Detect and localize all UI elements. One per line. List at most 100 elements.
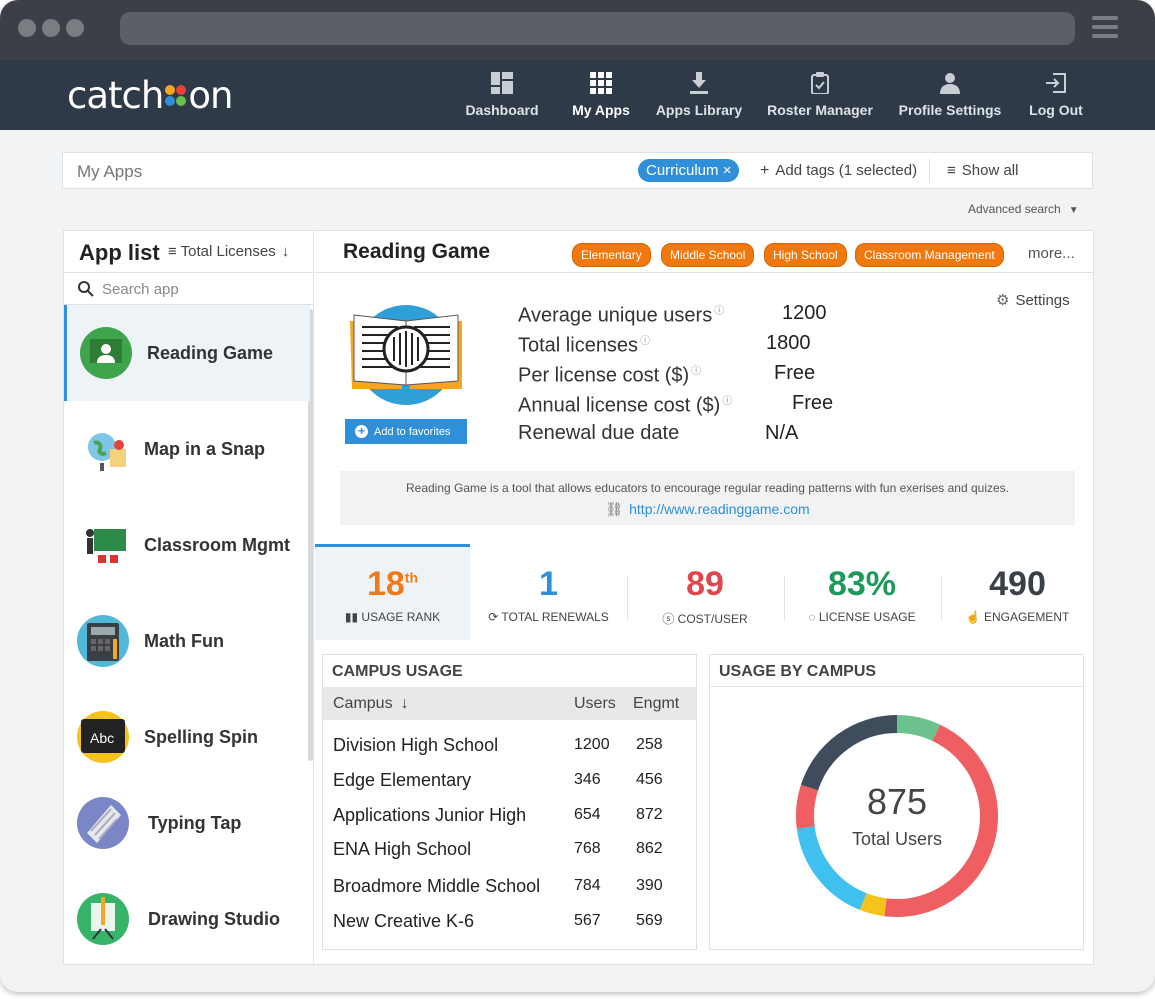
settings-label: Settings	[1015, 292, 1070, 309]
table-row[interactable]: Broadmore Middle School 784 390	[333, 876, 663, 897]
gear-icon: ⚙	[996, 292, 1010, 309]
arrow-down-icon: ↓	[400, 695, 409, 712]
table-row[interactable]: ENA High School 768 862	[333, 839, 663, 860]
advanced-search-toggle[interactable]: Advanced search ▼	[968, 202, 1079, 216]
table-row[interactable]: Division High School 1200 258	[333, 735, 663, 756]
info-icon[interactable]: ⓘ	[691, 366, 701, 377]
app-item-classroom-mgmt[interactable]: Classroom Mgmt	[64, 497, 310, 593]
column-engmt[interactable]: Engmt	[633, 695, 679, 713]
dashboard-icon	[464, 70, 540, 96]
app-list-title: App list	[79, 240, 160, 265]
app-search[interactable]: Search app	[64, 273, 314, 305]
cell-campus: Applications Junior High	[333, 805, 527, 825]
settings-button[interactable]: ⚙ Settings	[996, 291, 1070, 309]
app-name: Drawing Studio	[148, 908, 280, 929]
app-list: Reading Game Map in a Snap Classroom Mgm…	[64, 305, 314, 965]
cell-campus: Broadmore Middle School	[333, 876, 541, 896]
app-link[interactable]: ⛓ http://www.readinggame.com	[340, 501, 1075, 518]
donut-header: USAGE BY CAMPUS	[710, 655, 1083, 687]
close-icon[interactable]: ×	[723, 162, 732, 179]
app-item-reading-game[interactable]: Reading Game	[64, 305, 310, 401]
info-icon[interactable]: ⓘ	[714, 306, 724, 317]
tag-high-school[interactable]: High School	[764, 243, 847, 267]
nav-my-apps[interactable]: My Apps	[569, 70, 633, 122]
stat-value: 89	[686, 565, 724, 603]
link-icon: ⛓	[605, 501, 624, 517]
app-item-drawing-studio[interactable]: Drawing Studio	[64, 871, 310, 967]
stat-value: 1	[539, 565, 558, 603]
app-name: Classroom Mgmt	[144, 534, 291, 555]
nav-apps-library-label: Apps Library	[655, 102, 743, 118]
sort-button[interactable]: ≡ Total Licenses ↓	[168, 243, 289, 260]
download-icon	[654, 70, 744, 96]
add-to-favorites-button[interactable]: + Add to favorites	[345, 419, 467, 444]
metric-value: Free	[792, 392, 834, 414]
cell-engmt: 872	[636, 806, 663, 823]
info-icon[interactable]: ⓘ	[640, 336, 650, 347]
column-users[interactable]: Users	[574, 695, 616, 713]
donut-segment[interactable]	[800, 715, 898, 791]
column-campus-label: Campus	[333, 695, 393, 712]
table-row[interactable]: Applications Junior High 654 872	[333, 805, 663, 826]
book-icon	[350, 305, 462, 405]
app-window: catch on Dashboard My Apps Apps Library R…	[0, 0, 1155, 992]
metric-label: Annual license cost ($) ⓘ	[518, 392, 732, 418]
stat-cost-per-user[interactable]: 89 ⓢ COST/USER	[627, 544, 783, 640]
nav-dashboard-label: Dashboard	[465, 102, 539, 118]
app-item-math-fun[interactable]: Math Fun	[64, 593, 310, 689]
donut-segment[interactable]	[859, 893, 887, 917]
nav-apps-library[interactable]: Apps Library	[654, 70, 744, 122]
stat-value: 18	[366, 565, 405, 603]
table-row[interactable]: New Creative K-6 567 569	[333, 911, 663, 932]
more-tags-link[interactable]: more...	[1028, 245, 1075, 262]
app-item-typing-tap[interactable]: Typing Tap	[64, 775, 310, 871]
metric-value: 1200	[782, 302, 827, 324]
add-to-favorites-label: Add to favorites	[374, 425, 451, 438]
usage-by-campus-card: USAGE BY CAMPUS 875 Total Users	[709, 654, 1084, 950]
metric-label: Per license cost ($) ⓘ	[518, 362, 701, 388]
address-bar[interactable]	[120, 12, 1075, 45]
stat-usage-rank[interactable]: 18th ▮▮ USAGE RANK	[315, 544, 470, 640]
curriculum-chip[interactable]: Curriculum ×	[638, 159, 740, 182]
menu-icon[interactable]	[1092, 16, 1118, 43]
advanced-search-label: Advanced search	[968, 202, 1061, 216]
cell-users: 784	[574, 877, 601, 894]
teacher-icon	[80, 519, 132, 571]
divider	[929, 159, 930, 183]
show-all-button[interactable]: ≡ Show all	[947, 162, 1018, 179]
stat-engagement[interactable]: 490 ☝ ENGAGEMENT	[941, 544, 1094, 640]
nav-dashboard[interactable]: Dashboard	[464, 70, 540, 122]
nav-roster-manager[interactable]: Roster Manager	[765, 70, 875, 122]
column-campus[interactable]: Campus ↓	[333, 695, 409, 713]
app-item-spelling-spin[interactable]: Abc Spelling Spin	[64, 689, 310, 785]
search-placeholder: Search app	[102, 281, 179, 298]
app-name: Typing Tap	[148, 812, 242, 833]
svg-text:Abc: Abc	[90, 730, 114, 746]
donut-segment[interactable]	[896, 715, 941, 742]
app-url[interactable]: http://www.readinggame.com	[629, 501, 810, 517]
nav-profile-settings[interactable]: Profile Settings	[897, 70, 1003, 122]
campus-usage-title: CAMPUS USAGE	[332, 663, 463, 680]
stat-total-renewals[interactable]: 1 ⟳ TOTAL RENEWALS	[470, 544, 627, 640]
stat-label: LICENSE USAGE	[818, 610, 916, 624]
window-dot[interactable]	[42, 19, 60, 37]
search-icon	[78, 281, 94, 297]
tag-middle-school[interactable]: Middle School	[661, 243, 755, 267]
catchon-logo[interactable]: catch on	[67, 74, 233, 117]
add-tags-button[interactable]: + Add tags (1 selected)	[760, 162, 917, 180]
app-item-map-in-a-snap[interactable]: Map in a Snap	[64, 401, 310, 497]
tag-classroom-management[interactable]: Classroom Management	[855, 243, 1004, 267]
window-dot[interactable]	[66, 19, 84, 37]
plus-icon: +	[760, 162, 770, 179]
nav-log-out[interactable]: Log Out	[1026, 70, 1086, 122]
stat-suffix: th	[404, 569, 419, 586]
table-row[interactable]: Edge Elementary 346 456	[333, 770, 663, 791]
metric-label-text: Average unique users	[518, 304, 713, 327]
stat-license-usage[interactable]: 83% ◌ LICENSE USAGE	[784, 544, 940, 640]
info-icon[interactable]: ⓘ	[722, 396, 732, 407]
cell-engmt: 862	[636, 840, 663, 857]
tag-elementary[interactable]: Elementary	[572, 243, 651, 267]
app-list-header: App list ≡ Total Licenses ↓	[64, 231, 314, 273]
metric-value: Free	[774, 362, 816, 384]
window-dot[interactable]	[18, 19, 36, 37]
